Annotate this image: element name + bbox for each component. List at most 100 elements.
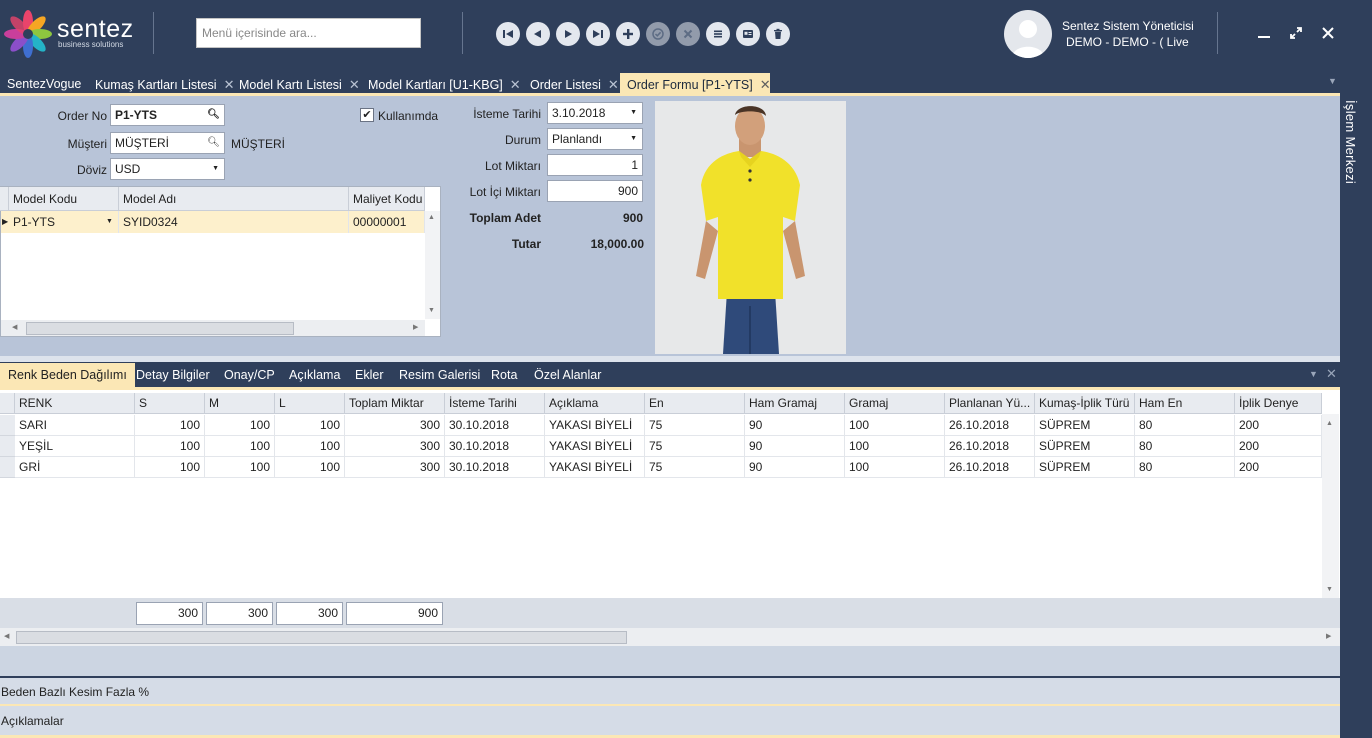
table-row[interactable] [0,415,15,436]
scroll-up-icon[interactable]: ▲ [1326,420,1333,427]
grid-header-en[interactable]: En [645,393,745,414]
tab-ozel-alanlar[interactable]: Özel Alanlar [526,363,609,387]
close-tab-icon[interactable]: ✕ [1326,366,1337,382]
grid-cell-gramaj[interactable]: 100 [845,457,945,478]
scroll-left-icon[interactable]: ◀ [12,323,17,331]
grid-cell-aciklama[interactable]: YAKASI BİYELİ [545,415,645,436]
grid-cell-toplam-miktar[interactable]: 300 [345,415,445,436]
grid-cell-iplik-denye[interactable]: 200 [1235,436,1322,457]
isteme-tarihi-field[interactable]: 3.10.2018 ▼ [547,102,643,124]
grid-cell-kumas-iplik-turu[interactable]: SÜPREM [1035,415,1135,436]
close-window-button[interactable] [1315,20,1341,46]
grid-cell-ham-gramaj[interactable]: 90 [745,415,845,436]
grid-cell-aciklama[interactable]: YAKASI BİYELİ [545,457,645,478]
tab-aciklama[interactable]: Açıklama [281,363,348,387]
scroll-thumb[interactable] [16,631,627,644]
grid-header-ham-en[interactable]: Ham En [1135,393,1235,414]
menu-search-input[interactable] [196,18,421,48]
maximize-button[interactable] [1283,20,1309,46]
grid-cell-iplik-denye[interactable]: 200 [1235,457,1322,478]
scroll-right-icon[interactable]: ▶ [413,323,418,331]
grid-header-kumas-iplik-turu[interactable]: Kumaş-İplik Türü [1035,393,1135,414]
grid-cell-en[interactable]: 75 [645,457,745,478]
tab-resim-galerisi[interactable]: Resim Galerisi [391,363,488,387]
model-grid-header[interactable]: Model Kodu [9,187,119,211]
minimize-button[interactable] [1251,20,1277,46]
grid-cell-planlanan-yukleme[interactable]: 26.10.2018 [945,436,1035,457]
beden-bazli-kesim-section[interactable]: Beden Bazlı Kesim Fazla % [0,676,1340,706]
close-tab-icon[interactable]: ✕ [510,77,521,92]
grid-cell-l[interactable]: 100 [275,415,345,436]
grid-cell-en[interactable]: 75 [645,415,745,436]
grid-cell-renk[interactable]: YEŞİL [15,436,135,457]
grid-cell-l[interactable]: 100 [275,436,345,457]
grid-cell-isteme-tarihi[interactable]: 30.10.2018 [445,457,545,478]
scroll-left-icon[interactable]: ◀ [4,632,9,640]
close-tab-icon[interactable]: ✕ [608,77,619,92]
maliyet-kodu-cell[interactable]: 00000001 [349,211,425,233]
previous-record-button[interactable] [526,22,550,46]
order-no-field[interactable]: P1-YTS 🔍︎ [110,104,225,126]
grid-cell-ham-gramaj[interactable]: 90 [745,457,845,478]
grid-header-ham-gramaj[interactable]: Ham Gramaj [745,393,845,414]
delete-record-button[interactable] [766,22,790,46]
grid-cell-renk[interactable]: SARI [15,415,135,436]
tab-rota[interactable]: Rota [483,363,525,387]
grid-cell-isteme-tarihi[interactable]: 30.10.2018 [445,436,545,457]
grid-cell-s[interactable]: 100 [135,457,205,478]
grid-header-renk[interactable]: RENK [15,393,135,414]
grid-cell-toplam-miktar[interactable]: 300 [345,436,445,457]
add-record-button[interactable] [616,22,640,46]
tab-onay-cp[interactable]: Onay/CP [216,363,283,387]
grid-cell-en[interactable]: 75 [645,436,745,457]
grid-cell-renk[interactable]: GRİ [15,457,135,478]
grid-cell-l[interactable]: 100 [275,457,345,478]
grid-cell-kumas-iplik-turu[interactable]: SÜPREM [1035,457,1135,478]
tab-detay-bilgiler[interactable]: Detay Bilgiler [128,363,218,387]
grid-header-s[interactable]: S [135,393,205,414]
scroll-up-icon[interactable]: ▲ [428,214,435,221]
grid-cell-m[interactable]: 100 [205,436,275,457]
grid-header-isteme-tarihi[interactable]: İsteme Tarihi [445,393,545,414]
grid-cell-s[interactable]: 100 [135,436,205,457]
grid-cell-m[interactable]: 100 [205,415,275,436]
durum-select[interactable]: Planlandı ▼ [547,128,643,150]
grid-cell-aciklama[interactable]: YAKASI BİYELİ [545,436,645,457]
last-record-button[interactable] [586,22,610,46]
cancel-record-button[interactable] [676,22,700,46]
model-adi-cell[interactable]: SYID0324 [119,211,349,233]
grid-cell-ham-gramaj[interactable]: 90 [745,436,845,457]
model-grid-header[interactable]: Model Adı [119,187,349,211]
grid-cell-planlanan-yukleme[interactable]: 26.10.2018 [945,457,1035,478]
table-row[interactable] [0,457,15,478]
scroll-down-icon[interactable]: ▼ [1326,586,1333,593]
grid-header-aciklama[interactable]: Açıklama [545,393,645,414]
grid-vscrollbar[interactable] [1322,414,1339,598]
next-record-button[interactable] [556,22,580,46]
grid-header-l[interactable]: L [275,393,345,414]
aciklamalar-section[interactable]: Açıklamalar [0,706,1340,738]
save-record-button[interactable] [646,22,670,46]
model-grid-header[interactable]: Maliyet Kodu [349,187,425,211]
grid-cell-ham-en[interactable]: 80 [1135,415,1235,436]
grid-cell-m[interactable]: 100 [205,457,275,478]
model-grid-vscrollbar[interactable] [425,211,440,319]
close-tab-icon[interactable]: ✕ [349,77,360,92]
lot-miktari-field[interactable]: 1 [547,154,643,176]
model-kodu-cell[interactable]: P1-YTS [9,211,119,233]
kullanimda-checkbox[interactable]: ✔ [360,108,374,122]
grid-cell-kumas-iplik-turu[interactable]: SÜPREM [1035,436,1135,457]
grid-header-m[interactable]: M [205,393,275,414]
tab-overflow-chevron-icon[interactable]: ▼ [1328,76,1337,86]
grid-cell-ham-en[interactable]: 80 [1135,457,1235,478]
tab-ekler[interactable]: Ekler [347,363,391,387]
musteri-field[interactable]: MÜŞTERİ 🔍︎ [110,132,225,154]
doviz-select[interactable]: USD ▼ [110,158,225,180]
first-record-button[interactable] [496,22,520,46]
grid-cell-planlanan-yukleme[interactable]: 26.10.2018 [945,415,1035,436]
grid-cell-iplik-denye[interactable]: 200 [1235,415,1322,436]
grid-cell-toplam-miktar[interactable]: 300 [345,457,445,478]
grid-header-iplik-denye[interactable]: İplik Denye [1235,393,1322,414]
card-view-button[interactable] [736,22,760,46]
grid-header-toplam-miktar[interactable]: Toplam Miktar [345,393,445,414]
